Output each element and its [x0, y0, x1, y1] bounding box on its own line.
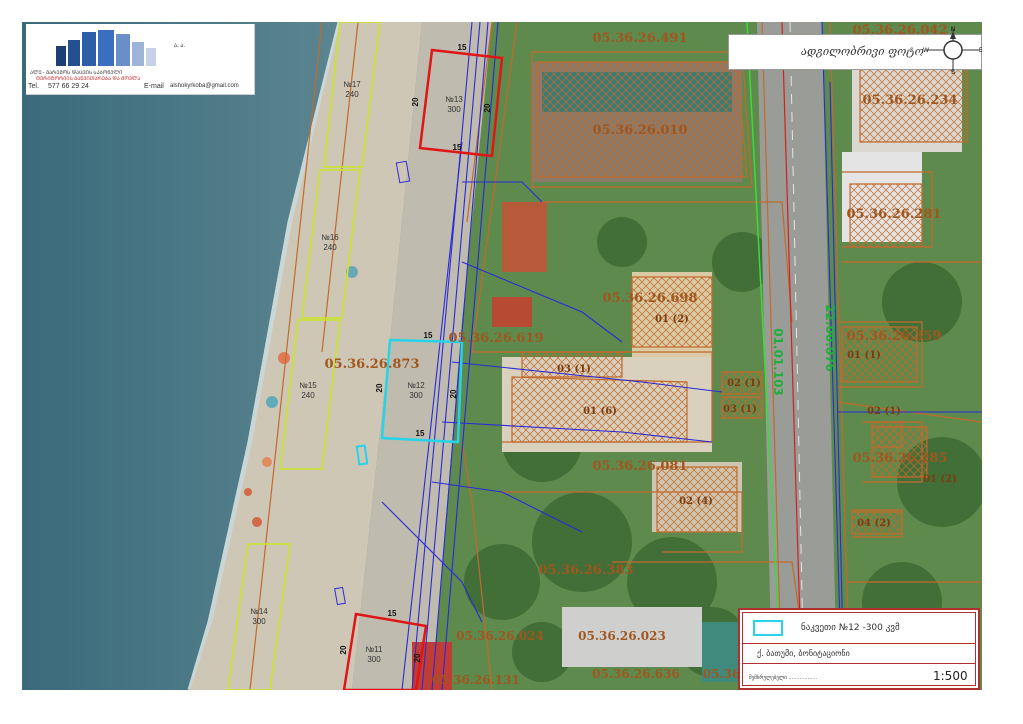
svg-text:№17: №17 [343, 80, 361, 89]
svg-text:15: 15 [458, 43, 467, 52]
svg-text:№15: №15 [299, 381, 317, 390]
compass-east: E [979, 48, 982, 54]
svg-text:01 (6): 01 (6) [583, 406, 617, 417]
svg-text:20: 20 [411, 97, 420, 106]
parcel-05-36-26-024: 05.36.26.024 [456, 629, 544, 643]
svg-text:№11: №11 [366, 645, 383, 654]
compass-south: S [951, 70, 955, 75]
svg-text:04 (2): 04 (2) [857, 518, 891, 529]
parcel-05-36-26-619: 05.36.26.619 [449, 331, 544, 346]
legend-inner-frame: ნაკვეთი №12 -300 კვმ ქ. ბათუმი, ბონიტაცი… [742, 612, 976, 686]
svg-text:02 (1): 02 (1) [727, 378, 761, 389]
phone-number: 577 66 29 24 [48, 83, 89, 90]
parcel-05-36-26-636: 05.36.26.636 [592, 667, 680, 681]
email-address[interactable]: alshokyrkoba@gmail.com [170, 83, 239, 89]
logo-mark: ა. ა. [174, 43, 186, 49]
compass-north: N [951, 27, 955, 33]
zone-label-22-00-076: 22.00.076 [823, 304, 837, 372]
legend-signature: შემსრულებელი .................. [749, 675, 818, 681]
svg-text:№16: №16 [321, 233, 339, 242]
svg-text:01 (2): 01 (2) [923, 474, 957, 485]
compass-caption: ადგილობრივი ფოტო [801, 45, 924, 58]
parcel-05-36-26-281: 05.36.26.281 [847, 207, 942, 222]
svg-text:300: 300 [409, 391, 423, 400]
phone-label: Tel. [28, 83, 39, 90]
svg-text:01 (1): 01 (1) [847, 350, 881, 361]
parcel-05-36-26-359: 05.36.26.359 [847, 329, 942, 344]
svg-text:240: 240 [323, 243, 337, 252]
svg-text:20: 20 [483, 103, 492, 112]
legend-item-label: ნაკვეთი №12 -300 კვმ [801, 623, 900, 633]
buildings-logo-icon [56, 30, 156, 66]
map-legend: ნაკვეთი №12 -300 კვმ ქ. ბათუმი, ბონიტაცი… [738, 608, 980, 690]
map-frame: №17 240 №16 240 №15 240 №14 300 №13 300 … [22, 22, 982, 690]
parcel-05-36-26-081: 05.36.26.081 [593, 459, 688, 474]
svg-text:03 (1): 03 (1) [557, 364, 591, 375]
svg-text:300: 300 [447, 105, 461, 114]
compass-box: ადგილობრივი ფოტო N S E W [728, 27, 982, 75]
svg-text:№13: №13 [445, 95, 463, 104]
legend-scale: 1:500 [933, 669, 968, 683]
svg-text:240: 240 [345, 90, 359, 99]
company-name-line2: ᲢᲔᲠᲘᲢᲝᲠᲘᲘᲡ ᲒᲐᲜᲕᲘᲗᲐᲠᲔᲑᲐ ᲓᲐ ᲛᲝᲕᲚᲐ [36, 76, 141, 82]
parcel-05-36-26-698: 05.36.26.698 [603, 291, 698, 306]
svg-text:300: 300 [252, 617, 266, 626]
svg-text:15: 15 [453, 143, 462, 152]
compass-west: W [923, 48, 929, 54]
svg-text:240: 240 [301, 391, 315, 400]
legend-swatch-cyan [753, 620, 783, 636]
svg-text:20: 20 [449, 389, 458, 398]
svg-text:02 (1): 02 (1) [867, 406, 901, 417]
parcel-05-36-26-010: 05.36.26.010 [593, 123, 688, 138]
svg-text:03 (1): 03 (1) [723, 404, 757, 415]
svg-text:300: 300 [367, 655, 381, 664]
parcel-05-36-26-491: 05.36.26.491 [593, 31, 688, 46]
svg-text:15: 15 [388, 609, 397, 618]
compass-rose-icon: N S E W [923, 27, 982, 75]
svg-text:01 (2): 01 (2) [655, 314, 689, 325]
legend-divider [743, 643, 975, 644]
zone-label-01-01-103: 01.01.103 [771, 328, 785, 396]
svg-text:20: 20 [375, 383, 384, 392]
svg-text:15: 15 [416, 429, 425, 438]
svg-text:№12: №12 [407, 381, 425, 390]
svg-text:20: 20 [413, 653, 422, 662]
company-logo-box: ა. ა. ᲐᲚᲔ - ᲒᲐᲠᲔᲛᲝᲡ ᲓᲐᲪᲕᲘᲡ ᲡᲐᲑᲝᲜᲔᲚᲘ ᲢᲔᲠᲘ… [26, 24, 255, 95]
svg-text:№14: №14 [250, 607, 268, 616]
legend-divider [743, 663, 975, 664]
parcel-05-36-26-873: 05.36.26.873 [325, 357, 420, 372]
parcel-05-36-26-131: 05.36.26.131 [432, 673, 520, 687]
parcel-05-36-26-023: 05.36.26.023 [578, 629, 666, 643]
orthophoto-map[interactable]: №17 240 №16 240 №15 240 №14 300 №13 300 … [22, 22, 982, 690]
legend-subtitle: ქ. ბათუმი, ბონიტაციონი [757, 649, 850, 658]
svg-text:15: 15 [424, 331, 433, 340]
parcel-05-36-26-383: 05.36.26.383 [539, 563, 634, 578]
svg-text:20: 20 [339, 645, 348, 654]
parcel-05-36-26-285: 05.36.26.285 [853, 451, 948, 466]
svg-text:02 (4): 02 (4) [679, 496, 713, 507]
parcel-05-36-26-234: 05.36.26.234 [863, 93, 958, 108]
email-label: E-mail [144, 83, 164, 90]
